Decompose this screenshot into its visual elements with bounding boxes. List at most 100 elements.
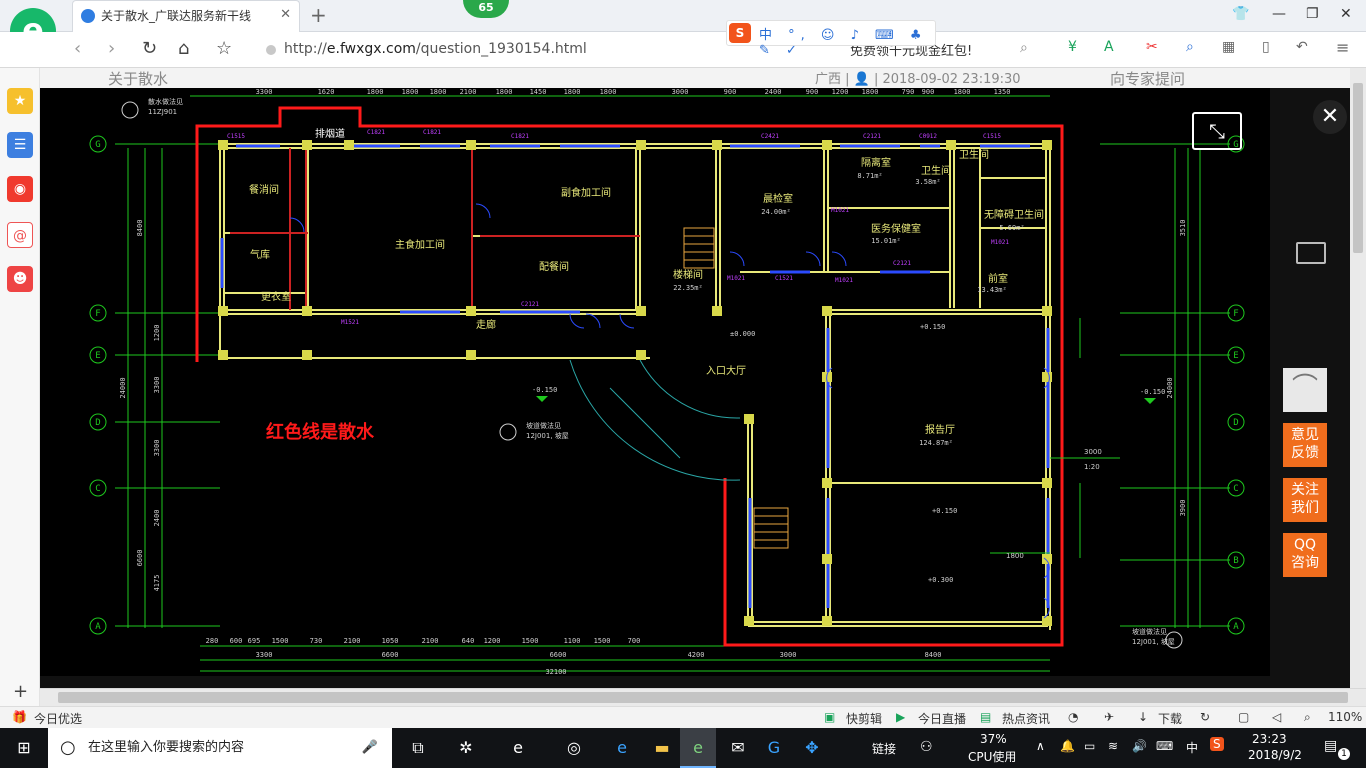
status-item[interactable]: 热点资讯 — [1002, 710, 1050, 727]
battery-icon[interactable]: ▭ — [1084, 739, 1095, 753]
ie-icon[interactable]: e — [500, 728, 536, 768]
feedback-button[interactable]: 意见 反馈 — [1283, 423, 1327, 467]
ime-indicator[interactable]: 中 — [1186, 739, 1198, 756]
minimize-button[interactable]: — — [1272, 6, 1286, 22]
zoom-icon[interactable]: ⌕ — [1304, 710, 1311, 725]
wifi-icon[interactable]: ≋ — [1108, 739, 1118, 753]
svg-text:G: G — [95, 140, 100, 150]
microphone-icon[interactable]: 🎤 — [362, 728, 378, 768]
home-button[interactable]: ⌂ — [178, 38, 189, 59]
favorite-star-button[interactable]: ☆ — [216, 38, 232, 59]
speed-icon[interactable]: ◔ — [1068, 710, 1078, 724]
windows-start-icon[interactable]: ⊞ — [0, 728, 48, 768]
svg-text:B: B — [1233, 556, 1238, 566]
menu-icon[interactable]: ≡ — [1336, 38, 1349, 57]
mute-icon[interactable]: ◁ — [1272, 710, 1281, 724]
phone-icon[interactable]: ▯ — [1262, 39, 1270, 55]
fan-app-icon[interactable]: ✲ — [448, 728, 484, 768]
sidebar-add-button[interactable]: + — [13, 681, 28, 702]
svg-text:1800: 1800 — [564, 88, 581, 96]
task-view-icon[interactable]: ⧉ — [400, 728, 436, 768]
search-icon[interactable]: ⌕ — [1020, 40, 1028, 56]
chrome-icon[interactable]: ◎ — [552, 728, 596, 768]
status-item[interactable]: 快剪辑 — [846, 710, 882, 727]
sogou-tray-icon[interactable]: S — [1210, 737, 1224, 751]
volume-icon[interactable]: 🔊 — [1132, 739, 1147, 753]
svg-text:600: 600 — [230, 637, 243, 645]
favorites-star-icon[interactable]: ★ — [7, 88, 33, 114]
file-explorer-icon[interactable]: ▬ — [644, 728, 680, 768]
exit-fullscreen-button[interactable]: ⤡ — [1192, 112, 1242, 150]
keyboard-icon[interactable]: ⌨ — [1156, 739, 1173, 753]
magnifier-icon[interactable]: ⌕ — [1186, 39, 1194, 55]
window-view-button[interactable] — [1296, 242, 1326, 264]
window-icon[interactable]: ▢ — [1238, 710, 1249, 724]
tab-current[interactable]: 关于散水_广联达服务新干线 ✕ — [72, 0, 300, 32]
svg-text:2100: 2100 — [344, 637, 361, 645]
notification-count: 1 — [1338, 748, 1350, 760]
sogou-ime-bar[interactable]: S 中 °, ☺ ♪ ⌨ ♣ ✎ ✓ — [726, 20, 936, 58]
taskbar-search-box[interactable]: ○ 在这里输入你要搜索的内容 🎤 — [48, 728, 392, 768]
url-path: /question_1930154.html — [415, 41, 587, 57]
scrollbar-thumb[interactable] — [1353, 83, 1363, 253]
reload-button[interactable]: ↻ — [142, 38, 157, 59]
hall-dimension-lines — [990, 318, 1120, 558]
room-label: 隔离室 — [861, 156, 891, 169]
browser-taskbar-icon[interactable]: e — [680, 728, 716, 768]
bell-icon[interactable]: 🔔 — [1060, 739, 1075, 753]
tab-close-icon[interactable]: ✕ — [280, 7, 291, 22]
mail-icon[interactable]: ✉ — [720, 728, 756, 768]
vertical-scrollbar[interactable] — [1350, 68, 1366, 688]
ask-expert-link[interactable]: 向专家提问 — [1110, 68, 1185, 89]
back-to-top-button[interactable]: ⌒ — [1283, 368, 1327, 412]
weibo-icon[interactable]: ◉ — [7, 176, 33, 202]
email-icon[interactable]: @ — [7, 222, 33, 248]
url-host: e.fwxgx.com — [326, 41, 416, 57]
refresh-icon[interactable]: ↻ — [1200, 710, 1210, 724]
status-item[interactable]: 今日直播 — [918, 710, 966, 727]
gift-icon[interactable]: 🎁 — [12, 710, 27, 724]
svg-text:1350: 1350 — [994, 88, 1011, 96]
pin-icon[interactable]: ✈ — [1104, 710, 1114, 724]
apps-grid-icon[interactable]: ▦ — [1222, 39, 1235, 55]
qq-consult-button[interactable]: QQ 咨询 — [1283, 533, 1327, 577]
new-tab-button[interactable]: + — [310, 3, 327, 27]
people-icon[interactable]: ⚇ — [920, 739, 933, 755]
zoom-level[interactable]: 110% — [1328, 710, 1362, 724]
restore-button[interactable]: ❐ — [1306, 6, 1319, 22]
shirt-icon[interactable]: 👕 — [1232, 6, 1249, 22]
tray-up-icon[interactable]: ∧ — [1036, 739, 1045, 753]
svg-text:2100: 2100 — [422, 637, 439, 645]
today-picks-link[interactable]: 今日优选 — [34, 710, 82, 727]
badge-count[interactable]: 65 — [463, 0, 509, 18]
scrollbar-thumb[interactable] — [58, 692, 1348, 703]
download-icon[interactable]: ↓ — [1138, 710, 1148, 724]
game-icon[interactable]: ☻ — [7, 266, 33, 292]
yen-shield-icon[interactable]: ¥ — [1068, 39, 1077, 55]
scissors-icon[interactable]: ✂ — [1146, 39, 1158, 55]
link-label[interactable]: 链接 — [872, 740, 896, 757]
component-label: M1021 — [991, 239, 1009, 246]
close-viewer-button[interactable]: ✕ — [1313, 100, 1347, 134]
clock-time[interactable]: 23:23 — [1252, 732, 1287, 746]
url-field[interactable]: http://e.fwxgx.com/question_1930154.html — [256, 38, 796, 62]
forward-button[interactable]: › — [108, 38, 115, 59]
follow-us-button[interactable]: 关注 我们 — [1283, 478, 1327, 522]
site-info-icon[interactable] — [266, 45, 276, 55]
sogou-tools[interactable]: 中 °, ☺ ♪ ⌨ ♣ ✎ ✓ — [759, 24, 935, 58]
status-item[interactable]: 下载 — [1158, 710, 1182, 727]
reading-list-icon[interactable]: ☰ — [7, 132, 33, 158]
g-app-icon[interactable]: G — [756, 728, 792, 768]
svg-text:1620: 1620 — [318, 88, 335, 96]
clock-date[interactable]: 2018/9/2 — [1248, 748, 1302, 762]
horizontal-scrollbar[interactable] — [40, 688, 1366, 706]
close-window-button[interactable]: ✕ — [1340, 6, 1352, 22]
back-button[interactable]: ‹ — [74, 38, 81, 59]
undo-icon[interactable]: ↶ — [1296, 39, 1308, 55]
translate-icon[interactable]: A — [1104, 39, 1114, 55]
svg-text:A: A — [95, 622, 101, 632]
action-center-icon[interactable]: ▤ — [1324, 738, 1337, 754]
area-label: 8.71m² — [857, 172, 882, 180]
remote-app-icon[interactable]: ✥ — [794, 728, 830, 768]
edge-icon[interactable]: e — [604, 728, 640, 768]
